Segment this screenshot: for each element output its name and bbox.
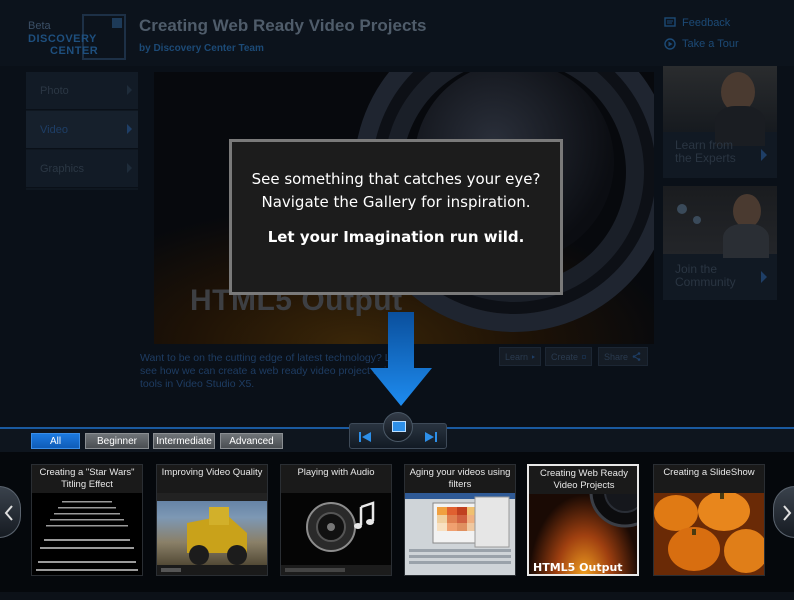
gallery-item-title: Playing with Audio xyxy=(281,465,391,493)
chevron-right-icon xyxy=(783,505,792,521)
community-caption: Join the Community xyxy=(675,262,736,289)
bottom-strip xyxy=(0,592,794,600)
discovery-center-logo: Beta DISCOVERY CENTER xyxy=(26,14,128,62)
chevron-right-icon xyxy=(761,149,767,161)
menu-item-label: Graphics xyxy=(40,163,85,175)
page-title: Creating Web Ready Video Projects xyxy=(139,16,427,35)
gallery-item-video-quality[interactable]: Improving Video Quality xyxy=(156,464,268,576)
logo-beta-label: Beta xyxy=(28,20,51,32)
play-circle-icon xyxy=(664,38,676,50)
menu-item-label: Photo xyxy=(40,85,69,97)
gallery-item-audio[interactable]: Playing with Audio xyxy=(280,464,392,576)
create-label: Create xyxy=(551,351,579,362)
skip-first-icon[interactable] xyxy=(358,431,372,443)
gallery-carousel: Creating a "Star Wars" Titling Effect Im… xyxy=(0,452,794,592)
menu-item-label: Video xyxy=(40,124,68,136)
menu-item-graphics[interactable]: Graphics xyxy=(26,150,138,188)
menu-item-video[interactable]: Video xyxy=(26,111,138,149)
filter-beginner-button[interactable]: Beginner xyxy=(85,433,149,449)
take-a-tour-link[interactable]: Take a Tour xyxy=(664,38,739,50)
logo-text-line2: CENTER xyxy=(50,45,99,57)
learn-from-experts-tile[interactable]: Learn from the Experts xyxy=(663,66,777,178)
category-menu: Photo Video Graphics xyxy=(26,72,138,190)
pumpkins-image xyxy=(654,491,764,575)
gallery-item-star-wars[interactable]: Creating a "Star Wars" Titling Effect xyxy=(31,464,143,576)
down-arrow-icon xyxy=(370,312,432,406)
gallery-item-web-ready-video[interactable]: Creating Web Ready Video Projects HTML5 … xyxy=(527,464,639,576)
feedback-icon xyxy=(664,17,676,27)
join-community-tile[interactable]: Join the Community xyxy=(663,186,777,300)
chevron-right-icon xyxy=(761,271,767,283)
construction-vehicle-image xyxy=(157,493,267,575)
gallery-item-title: Creating a SlideShow xyxy=(654,465,764,493)
play-icon xyxy=(532,354,535,359)
gallery-tip-popup: See something that catches your eye? Nav… xyxy=(229,139,563,295)
share-label: Share xyxy=(604,351,629,362)
feedback-label: Feedback xyxy=(682,17,731,29)
menu-item-photo[interactable]: Photo xyxy=(26,72,138,110)
expert-photo xyxy=(663,66,777,146)
gallery-item-slideshow[interactable]: Creating a SlideShow xyxy=(653,464,765,576)
gallery-item-title: Aging your videos using filters xyxy=(405,465,515,493)
experts-caption: Learn from the Experts xyxy=(675,138,736,165)
audio-speaker-image xyxy=(281,493,391,575)
learn-label: Learn xyxy=(505,351,529,362)
logo-text-line1: DISCOVERY xyxy=(28,33,97,45)
filter-advanced-button[interactable]: Advanced xyxy=(220,433,283,449)
gallery-item-title: Creating a "Star Wars" Titling Effect xyxy=(32,465,142,493)
community-photo xyxy=(663,186,777,258)
create-button[interactable]: Create xyxy=(545,347,592,366)
screen-icon xyxy=(392,421,406,432)
popup-line-2: Navigate the Gallery for inspiration. xyxy=(261,193,531,211)
create-icon xyxy=(582,354,586,359)
filter-intermediate-button[interactable]: Intermediate xyxy=(153,433,215,449)
gallery-item-title: Creating Web Ready Video Projects xyxy=(529,466,637,494)
star-wars-text-image xyxy=(32,493,142,575)
page-subtitle: by Discovery Center Team xyxy=(139,43,264,54)
feedback-link[interactable]: Feedback xyxy=(664,17,730,29)
share-button[interactable]: Share xyxy=(598,347,648,366)
gallery-nav-controls xyxy=(349,412,447,449)
chevron-right-icon xyxy=(127,124,132,134)
learn-button[interactable]: Learn xyxy=(499,347,541,366)
skip-last-icon[interactable] xyxy=(424,431,438,443)
header: Beta DISCOVERY CENTER Creating Web Ready… xyxy=(0,0,794,66)
gallery-item-title: Improving Video Quality xyxy=(157,465,267,493)
thumbnail-overlay-text: HTML5 Output xyxy=(533,561,623,574)
take-a-tour-label: Take a Tour xyxy=(682,38,739,50)
filter-all-button[interactable]: All xyxy=(31,433,80,449)
chevron-right-icon xyxy=(127,85,132,95)
popup-line-1: See something that catches your eye? xyxy=(251,170,541,188)
gallery-item-aging-filters[interactable]: Aging your videos using filters xyxy=(404,464,516,576)
filter-dialog-image xyxy=(405,493,515,575)
chevron-left-icon xyxy=(4,505,13,521)
popup-line-3: Let your Imagination run wild. xyxy=(267,228,525,246)
share-icon xyxy=(632,352,641,361)
chevron-right-icon xyxy=(127,163,132,173)
gallery-home-button[interactable] xyxy=(383,412,413,442)
html5-output-image: HTML5 Output xyxy=(529,466,637,574)
